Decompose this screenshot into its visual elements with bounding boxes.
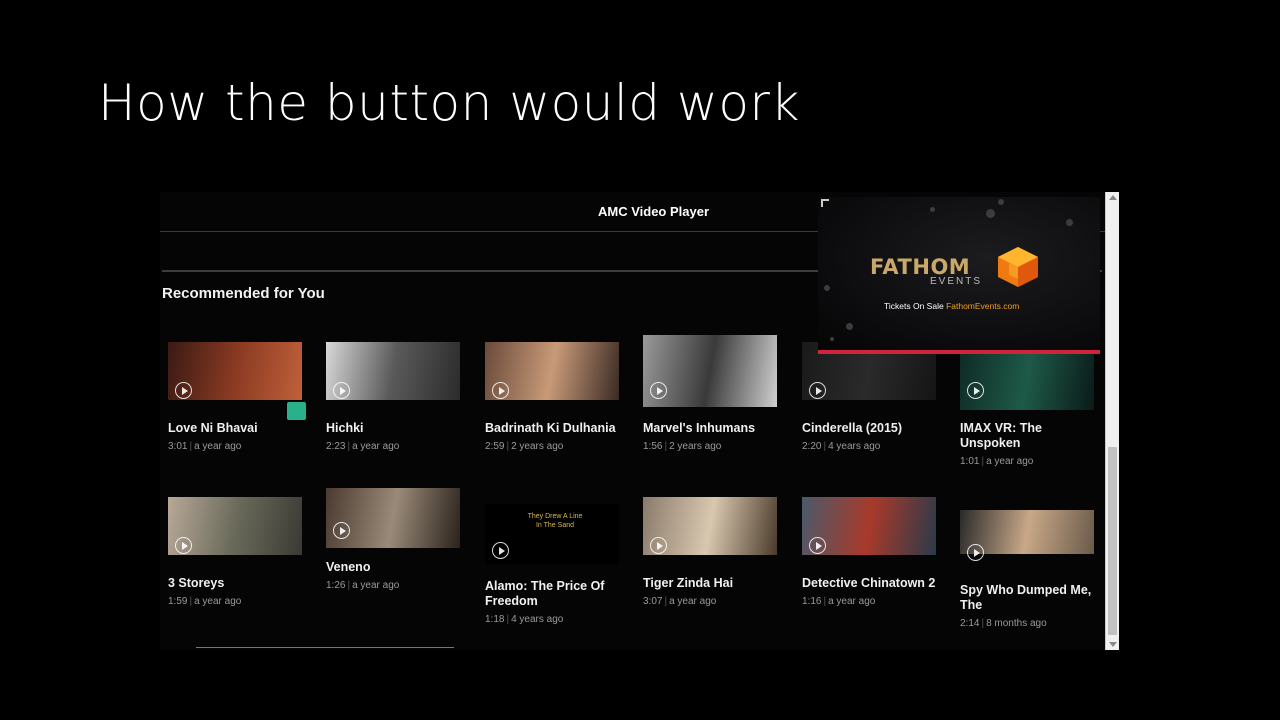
slide-title: How the button would work: [98, 74, 800, 132]
fathom-cube-icon: [998, 247, 1038, 287]
video-duration: 3:07: [643, 596, 663, 607]
play-circle-icon[interactable]: [967, 382, 984, 399]
video-duration: 1:59: [168, 596, 188, 607]
video-age: a year ago: [194, 441, 242, 452]
play-circle-icon[interactable]: [333, 522, 350, 539]
scroll-thumb[interactable]: [1108, 447, 1117, 635]
video-meta: 2:20 | 4 years ago: [802, 441, 880, 452]
video-duration: 1:01: [960, 456, 980, 467]
section-title: Recommended for You: [162, 285, 325, 302]
video-duration: 1:26: [326, 580, 346, 591]
ad-tickets-text: Tickets On Sale: [884, 301, 944, 311]
video-age: 4 years ago: [828, 441, 881, 452]
play-circle-icon[interactable]: [967, 544, 984, 561]
video-meta: 1:18 | 4 years ago: [485, 614, 563, 625]
video-title[interactable]: Alamo: The Price Of Freedom: [485, 579, 625, 609]
play-circle-icon[interactable]: [333, 382, 350, 399]
video-meta: 3:07 | a year ago: [643, 596, 716, 607]
expand-corner-icon[interactable]: [821, 199, 829, 207]
video-duration: 2:23: [326, 441, 346, 452]
play-circle-icon[interactable]: [175, 537, 192, 554]
video-title[interactable]: Detective Chinatown 2: [802, 576, 942, 591]
thumbnail-caption: They Drew A Line In The Sand: [527, 513, 583, 529]
video-duration: 3:01: [168, 441, 188, 452]
video-title[interactable]: Spy Who Dumped Me, The: [960, 583, 1100, 613]
play-circle-icon[interactable]: [809, 382, 826, 399]
scroll-up-arrow-icon[interactable]: [1109, 195, 1117, 200]
video-title[interactable]: Cinderella (2015): [802, 421, 942, 436]
video-duration: 1:16: [802, 596, 822, 607]
video-age: a year ago: [828, 596, 876, 607]
video-meta: 1:56 | 2 years ago: [643, 441, 721, 452]
ad-popup[interactable]: FATHOM EVENTS Tickets On Sale FathomEven…: [818, 197, 1100, 354]
video-duration: 2:14: [960, 618, 980, 629]
video-age: 2 years ago: [511, 441, 564, 452]
video-meta: 1:01 | a year ago: [960, 456, 1033, 467]
video-title[interactable]: Hichki: [326, 421, 466, 436]
video-age: a year ago: [194, 596, 242, 607]
video-meta: 3:01 | a year ago: [168, 441, 241, 452]
video-thumbnail[interactable]: [326, 488, 460, 548]
video-title[interactable]: IMAX VR: The Unspoken: [960, 421, 1100, 451]
play-circle-icon[interactable]: [175, 382, 192, 399]
play-circle-icon[interactable]: [492, 542, 509, 559]
ad-decor-dot: [824, 285, 830, 291]
ad-tickets-link[interactable]: FathomEvents.com: [946, 301, 1019, 311]
ad-decor-dot: [830, 337, 834, 341]
ad-tickets-line: Tickets On Sale FathomEvents.com: [884, 301, 1019, 311]
video-duration: 1:18: [485, 614, 505, 625]
video-age: a year ago: [669, 596, 717, 607]
play-circle-icon[interactable]: [650, 537, 667, 554]
video-age: 8 months ago: [986, 618, 1047, 629]
scrollbar[interactable]: [1105, 192, 1119, 650]
video-meta: 1:59 | a year ago: [168, 596, 241, 607]
video-meta: 2:59 | 2 years ago: [485, 441, 563, 452]
video-meta: 1:16 | a year ago: [802, 596, 875, 607]
progress-line: [196, 647, 454, 648]
scroll-down-arrow-icon[interactable]: [1109, 642, 1117, 647]
video-duration: 2:59: [485, 441, 505, 452]
video-title[interactable]: Marvel's Inhumans: [643, 421, 783, 436]
video-title[interactable]: Love Ni Bhavai: [168, 421, 308, 436]
video-age: a year ago: [352, 441, 400, 452]
video-title[interactable]: Veneno: [326, 560, 466, 575]
play-circle-icon[interactable]: [650, 382, 667, 399]
ad-decor-dot: [930, 207, 935, 212]
video-duration: 1:56: [643, 441, 663, 452]
cursor-marker: [287, 402, 306, 420]
video-duration: 2:20: [802, 441, 822, 452]
ad-decor-dot: [998, 199, 1004, 205]
ad-decor-dot: [1066, 219, 1073, 226]
ad-decor-dot: [846, 323, 853, 330]
video-title[interactable]: Tiger Zinda Hai: [643, 576, 783, 591]
video-title[interactable]: Badrinath Ki Dulhania: [485, 421, 625, 436]
video-meta: 2:14 | 8 months ago: [960, 618, 1047, 629]
player-title: AMC Video Player: [598, 204, 710, 219]
ad-decor-dot: [986, 209, 995, 218]
video-meta: 2:23 | a year ago: [326, 441, 399, 452]
video-age: a year ago: [986, 456, 1034, 467]
fathom-logo-sub: EVENTS: [930, 276, 983, 287]
video-player-window: AMC Video Player Recommended for You Lov…: [160, 192, 1118, 650]
video-title[interactable]: 3 Storeys: [168, 576, 308, 591]
video-age: 2 years ago: [669, 441, 722, 452]
video-age: a year ago: [352, 580, 400, 591]
play-circle-icon[interactable]: [492, 382, 509, 399]
video-meta: 1:26 | a year ago: [326, 580, 399, 591]
video-age: 4 years ago: [511, 614, 564, 625]
play-circle-icon[interactable]: [809, 537, 826, 554]
